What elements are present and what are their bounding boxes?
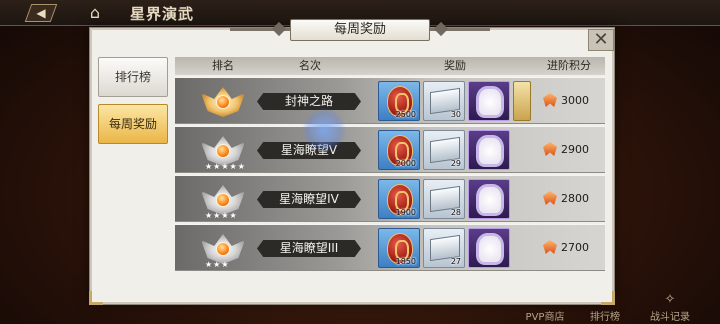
- back-arrow-icon: ◀: [36, 6, 46, 20]
- reward-crate-icon[interactable]: 28: [423, 179, 465, 219]
- points-icon: [543, 191, 557, 205]
- reward-egg-icon[interactable]: 1850: [378, 228, 420, 268]
- reward-count: 28: [450, 208, 461, 217]
- col-rewards: 奖励: [444, 59, 466, 72]
- rank-badge-icon: [201, 81, 245, 122]
- points-value: 3000: [561, 94, 589, 107]
- nav-label: 排行榜: [590, 312, 620, 323]
- tab-ranking[interactable]: 排行榜: [98, 57, 168, 97]
- corner-ornament: [601, 291, 615, 305]
- reward-count: 27: [450, 257, 461, 266]
- reward-crate-icon[interactable]: 30: [423, 81, 465, 121]
- col-rank: 排名: [212, 59, 234, 72]
- reward-count: 2500: [395, 110, 416, 119]
- home-icon[interactable]: ⌂: [84, 3, 106, 23]
- reward-egg-icon[interactable]: 2500: [378, 81, 420, 121]
- reward-frame-icon[interactable]: [468, 130, 510, 170]
- reward-count: 29: [450, 159, 461, 168]
- reward-crate-icon[interactable]: 29: [423, 130, 465, 170]
- col-points: 进阶积分: [547, 59, 591, 72]
- rank-name: 星海瞭望III: [257, 240, 361, 257]
- reward-crate-icon[interactable]: 27: [423, 228, 465, 268]
- points-value: 2900: [561, 143, 589, 156]
- close-icon: ✕: [593, 29, 609, 50]
- reward-count: 2000: [395, 159, 416, 168]
- tab-weekly-reward[interactable]: 每周奖励: [98, 104, 168, 144]
- rank-badge-icon: ★★★: [201, 228, 245, 269]
- corner-ornament: [89, 291, 103, 305]
- points-icon: [543, 142, 557, 156]
- rank-name: 星海瞭望IV: [257, 191, 361, 208]
- reward-count: 30: [450, 110, 461, 119]
- points-value: 2700: [561, 241, 589, 254]
- table-row[interactable]: 封神之路 2500 30 3000: [175, 77, 605, 124]
- rank-name: 封神之路: [257, 93, 361, 110]
- table-header: 排名 名次 奖励 进阶积分: [175, 57, 605, 75]
- diamond-icon: [433, 21, 449, 37]
- nav-label: 战斗记录: [650, 312, 690, 323]
- diamond-icon: [271, 21, 287, 37]
- record-icon: ✧: [664, 292, 676, 307]
- reward-frame-icon[interactable]: [468, 228, 510, 268]
- modal-title: 每周奖励: [290, 19, 430, 41]
- col-name: 名次: [299, 59, 321, 72]
- rank-badge-icon: ★★★★: [201, 179, 245, 220]
- reward-frame-icon[interactable]: [468, 179, 510, 219]
- selection-glow: [302, 108, 346, 152]
- reward-egg-icon[interactable]: 2000: [378, 130, 420, 170]
- table-row[interactable]: ★★★ 星海瞭望III 1850 27 2700: [175, 224, 605, 271]
- points-value: 2800: [561, 192, 589, 205]
- table-row[interactable]: ★★★★★ 星海瞭望V 2000 29 2900: [175, 126, 605, 173]
- modal-title-banner: 每周奖励: [230, 19, 490, 41]
- reward-extra-icon[interactable]: [513, 81, 531, 121]
- reward-count: 1850: [395, 257, 416, 266]
- rank-badge-icon: ★★★★★: [201, 130, 245, 171]
- points-icon: [543, 93, 557, 107]
- back-button[interactable]: ◀: [24, 4, 58, 22]
- screen-title: 星界演武: [130, 5, 195, 23]
- close-button[interactable]: ✕: [588, 29, 614, 51]
- nav-battle-record[interactable]: ✧ 战斗记录: [645, 292, 695, 323]
- table-row[interactable]: ★★★★ 星海瞭望IV 1900 28 2800: [175, 175, 605, 222]
- nav-label: PVP商店: [525, 312, 565, 323]
- reward-egg-icon[interactable]: 1900: [378, 179, 420, 219]
- reward-frame-icon[interactable]: [468, 81, 510, 121]
- reward-table: 排名 名次 奖励 进阶积分 封神之路 2500 30 3000 ★★★★★ 星海…: [175, 57, 605, 285]
- reward-count: 1900: [395, 208, 416, 217]
- points-icon: [543, 240, 557, 254]
